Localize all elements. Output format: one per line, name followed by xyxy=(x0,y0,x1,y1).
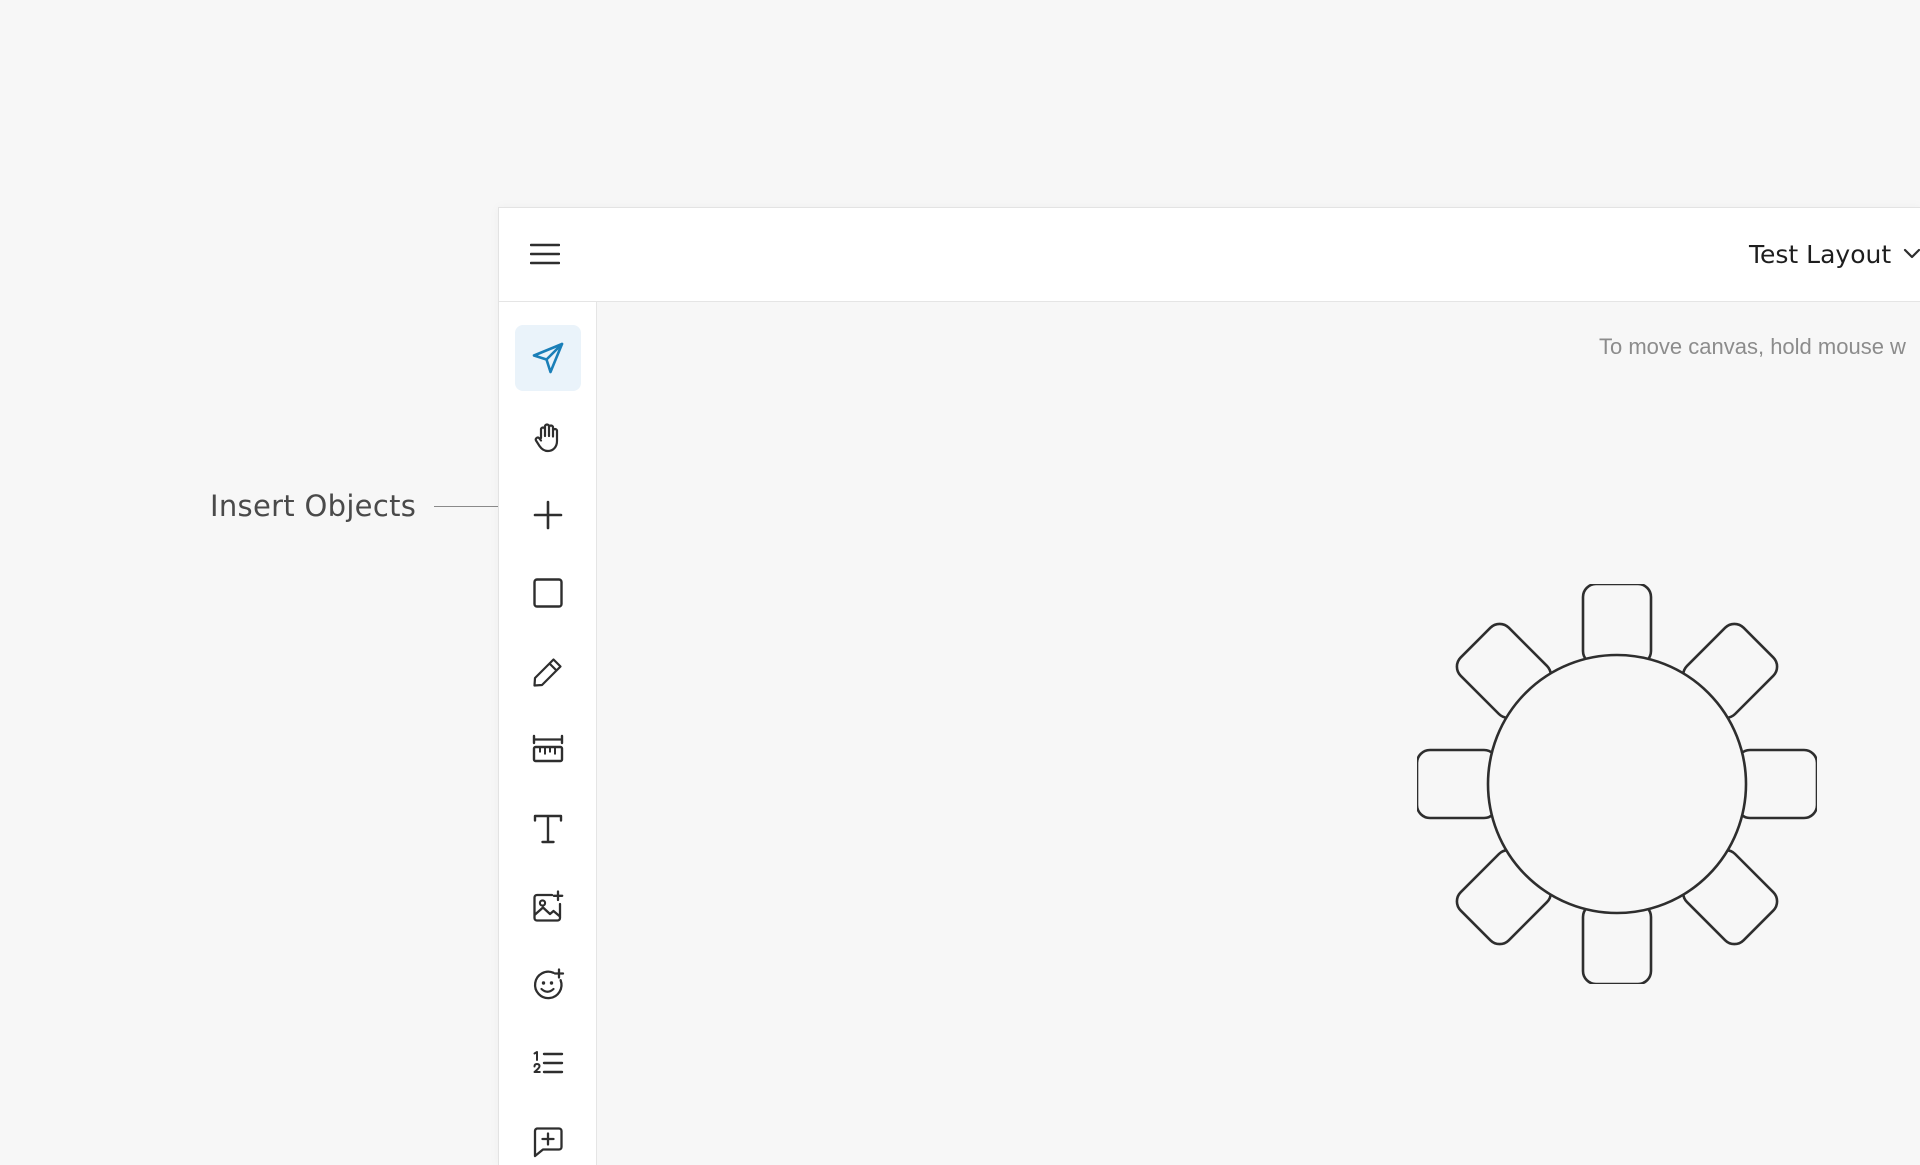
app-window: Test Layout To move canvas, hold mouse w xyxy=(498,207,1920,1165)
tool-numbered-list[interactable] xyxy=(515,1031,581,1097)
plus-icon xyxy=(533,500,563,530)
numbered-list-icon xyxy=(533,1051,564,1074)
text-icon xyxy=(533,814,563,844)
callout-label: Insert Objects xyxy=(210,489,417,523)
tool-comment[interactable] xyxy=(515,1109,581,1165)
comment-add-icon xyxy=(533,1127,563,1158)
tool-sticker[interactable] xyxy=(515,952,581,1018)
image-add-icon xyxy=(533,890,564,922)
tool-select[interactable] xyxy=(515,325,581,391)
layout-name-dropdown[interactable]: Test Layout xyxy=(1749,236,1920,272)
square-icon xyxy=(533,578,563,608)
emoji-add-icon xyxy=(533,968,565,1000)
menu-button[interactable] xyxy=(529,238,561,270)
insert-objects-callout: Insert Objects xyxy=(210,485,416,527)
ruler-icon xyxy=(532,734,564,763)
tool-measure[interactable] xyxy=(515,717,581,783)
chevron-down-icon xyxy=(1904,248,1920,259)
tool-text[interactable] xyxy=(515,796,581,862)
hamburger-menu-icon xyxy=(530,243,560,265)
tool-insert-objects[interactable] xyxy=(515,482,581,548)
canvas[interactable]: To move canvas, hold mouse w xyxy=(597,302,1920,1165)
hand-icon xyxy=(534,423,559,453)
pencil-icon xyxy=(533,658,562,687)
tool-sidebar xyxy=(499,302,597,1165)
tool-image[interactable] xyxy=(515,874,581,940)
top-bar: Test Layout xyxy=(499,208,1920,302)
layout-name: Test Layout xyxy=(1749,239,1892,269)
tool-draw[interactable] xyxy=(515,639,581,705)
tool-shape[interactable] xyxy=(515,560,581,626)
navigation-arrow-icon xyxy=(532,342,564,374)
round-table-top xyxy=(1486,653,1748,915)
tool-pan[interactable] xyxy=(515,404,581,470)
canvas-hint: To move canvas, hold mouse w xyxy=(1599,334,1906,359)
round-table-with-8-chairs[interactable] xyxy=(1417,584,1817,984)
